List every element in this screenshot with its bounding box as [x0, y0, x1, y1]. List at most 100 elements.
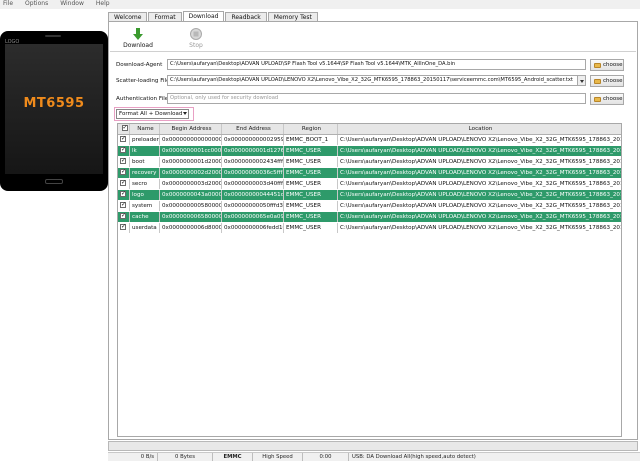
row-checkbox-cell[interactable] — [118, 223, 130, 233]
table-row[interactable]: lk0x0000000001cc00000x0000000001d12767EM… — [118, 146, 621, 157]
cell-location: C:\Users\aufaryan\Desktop\ADVAN UPLOAD\L… — [340, 203, 621, 209]
cell-region: EMMC_USER — [284, 168, 338, 178]
menu-options[interactable]: Options — [25, 0, 48, 9]
table-row[interactable]: preloader0x00000000000000000x00000000000… — [118, 135, 621, 146]
choose-scatter-button[interactable]: choose — [590, 75, 624, 87]
choose-auth-button[interactable]: choose — [590, 93, 624, 105]
stop-button[interactable]: Stop — [176, 27, 216, 49]
download-button[interactable]: Download — [118, 27, 158, 49]
row-checkbox[interactable] — [120, 135, 126, 144]
folder-icon — [594, 78, 601, 84]
select-all-cell[interactable] — [118, 124, 130, 134]
row-checkbox[interactable] — [120, 179, 126, 188]
cell-end-address: 0x0000000065e0a093 — [224, 212, 284, 222]
row-checkbox[interactable] — [120, 157, 126, 166]
status-bytes: 0 Bytes — [158, 453, 213, 461]
cell-region: EMMC_USER — [284, 179, 338, 189]
cell-end-address: 0x0000000002434fff — [224, 157, 284, 167]
choose-da-button[interactable]: choose — [590, 59, 624, 71]
cell-location: C:\Users\aufaryan\Desktop\ADVAN UPLOAD\L… — [340, 170, 621, 176]
row-checkbox[interactable] — [120, 201, 126, 210]
table-header: Name Begin Address End Address Region Lo… — [118, 124, 621, 135]
chevron-down-icon[interactable] — [577, 76, 585, 85]
download-mode-select[interactable]: Format All + Download — [116, 109, 189, 119]
chip-label: MT6595 — [23, 96, 85, 111]
phone-speaker — [45, 35, 61, 37]
row-checkbox-cell[interactable] — [118, 201, 130, 211]
status-mode: High Speed — [253, 453, 303, 461]
download-agent-field[interactable]: C:\Users\aufaryan\Desktop\ADVAN UPLOAD\S… — [167, 59, 586, 70]
header-name[interactable]: Name — [130, 124, 160, 134]
cell-region: EMMC_BOOT_1 — [284, 135, 338, 145]
cell-end-address: 0x0000000003d40fff — [224, 179, 284, 189]
choose-label: choose — [603, 62, 623, 68]
header-begin-address[interactable]: Begin Address — [160, 124, 222, 134]
table-row[interactable]: recovery0x0000000002d200000x00000000036c… — [118, 168, 621, 179]
header-region[interactable]: Region — [284, 124, 338, 134]
row-checkbox-cell[interactable] — [118, 135, 130, 145]
cell-end-address: 0x00000000050fffd3b — [224, 201, 284, 211]
cell-region: EMMC_USER — [284, 212, 338, 222]
stop-label: Stop — [189, 42, 203, 49]
table-row[interactable]: userdata0x0000000006d8000000x0000000006f… — [118, 223, 621, 234]
row-checkbox-cell[interactable] — [118, 146, 130, 156]
row-checkbox-cell[interactable] — [118, 190, 130, 200]
choose-label: choose — [603, 96, 623, 102]
table-empty-area — [118, 234, 621, 436]
menu-help[interactable]: Help — [96, 0, 110, 9]
cell-name: logo — [130, 190, 160, 200]
cell-name: lk — [130, 146, 160, 156]
stop-icon — [190, 28, 202, 40]
menu-file[interactable]: File — [3, 0, 13, 9]
row-checkbox[interactable] — [120, 146, 126, 155]
cell-end-address: 0x0000000001d12767 — [224, 146, 284, 156]
status-storage: EMMC — [213, 453, 253, 461]
download-agent-label: Download-Agent — [116, 61, 163, 68]
format-select-highlight: Format All + Download — [114, 107, 194, 121]
header-location[interactable]: Location — [338, 124, 621, 134]
cell-begin-address: 0x0000000065800000 — [162, 212, 222, 222]
toolbar: Download Stop — [118, 27, 216, 49]
cell-location: C:\Users\aufaryan\Desktop\ADVAN UPLOAD\L… — [340, 192, 621, 198]
row-checkbox-cell[interactable] — [118, 157, 130, 167]
status-bar: 0 B/s 0 Bytes EMMC High Speed 0:00 USB: … — [108, 452, 640, 461]
header-end-address[interactable]: End Address — [222, 124, 284, 134]
row-checkbox-cell[interactable] — [118, 212, 130, 222]
download-label: Download — [123, 42, 153, 49]
table-row[interactable]: boot0x0000000001d200000x0000000002434fff… — [118, 157, 621, 168]
cell-begin-address: 0x0000000002d20000 — [162, 168, 222, 178]
partition-table: Name Begin Address End Address Region Lo… — [117, 123, 622, 437]
menu-bar: File Options Window Help — [0, 0, 640, 9]
cell-name: cache — [130, 212, 160, 222]
cell-end-address: 0x0000000006fedd10b — [224, 223, 284, 233]
cell-location: C:\Users\aufaryan\Desktop\ADVAN UPLOAD\L… — [340, 148, 621, 154]
table-row[interactable]: logo0x0000000043a00000x00000000044451dEM… — [118, 190, 621, 201]
auth-field[interactable]: Optional, only used for security downloa… — [167, 93, 586, 104]
scatter-row: Scatter-loading File C:\Users\aufaryan\D… — [116, 75, 586, 86]
scatter-value: C:\Users\aufaryan\Desktop\ADVAN UPLOAD\L… — [170, 77, 573, 83]
table-row[interactable]: system0x00000000058000000x00000000050fff… — [118, 201, 621, 212]
cell-name: userdata — [130, 223, 160, 233]
table-body: preloader0x00000000000000000x00000000000… — [118, 135, 621, 234]
table-row[interactable]: cache0x00000000658000000x0000000065e0a09… — [118, 212, 621, 223]
row-checkbox[interactable] — [120, 168, 126, 177]
scatter-label: Scatter-loading File — [116, 77, 170, 84]
cell-location: C:\Users\aufaryan\Desktop\ADVAN UPLOAD\L… — [340, 159, 621, 165]
cell-begin-address: 0x0000000001d20000 — [162, 157, 222, 167]
cell-begin-address: 0x0000000006d800000 — [162, 223, 222, 233]
row-checkbox[interactable] — [120, 212, 126, 221]
row-checkbox[interactable] — [120, 190, 126, 199]
download-mode-value: Format All + Download — [119, 111, 183, 117]
cell-region: EMMC_USER — [284, 223, 338, 233]
menu-window[interactable]: Window — [60, 0, 84, 9]
row-checkbox-cell[interactable] — [118, 179, 130, 189]
cell-name: recovery — [130, 168, 160, 178]
cell-name: boot — [130, 157, 160, 167]
row-checkbox-cell[interactable] — [118, 168, 130, 178]
row-checkbox[interactable] — [120, 223, 126, 232]
scatter-field[interactable]: C:\Users\aufaryan\Desktop\ADVAN UPLOAD\L… — [167, 75, 586, 86]
toolbar-divider — [110, 51, 636, 52]
table-row[interactable]: secro0x0000000003d200000x0000000003d40ff… — [118, 179, 621, 190]
folder-icon — [594, 62, 601, 68]
select-all-checkbox[interactable] — [121, 124, 128, 133]
